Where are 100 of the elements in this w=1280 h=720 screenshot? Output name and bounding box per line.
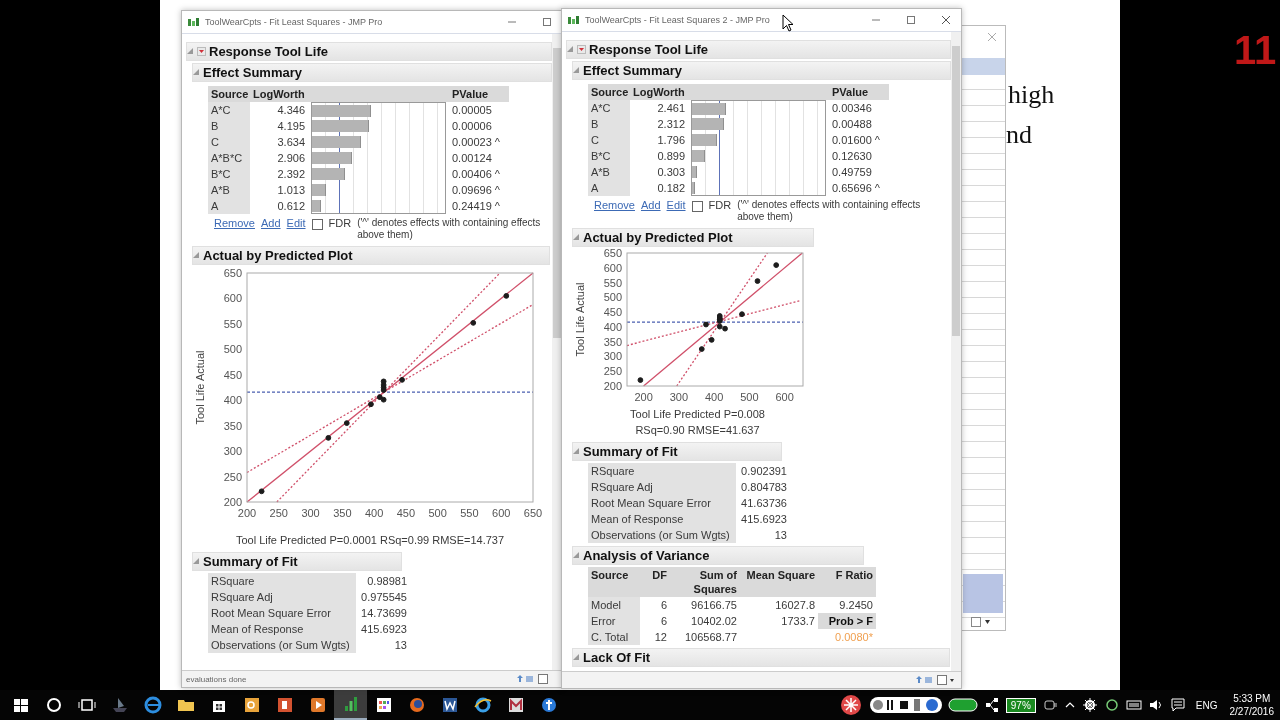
section-title: Summary of Fit <box>583 444 678 459</box>
table-cell: Observations (or Sum Wgts) <box>208 637 356 653</box>
table-cell-text: 0.01600 ^ <box>831 133 881 148</box>
axis-tick-label: 200 <box>223 496 242 508</box>
table-cell-text: 16027.8 <box>774 598 816 613</box>
axis-tick-label: 400 <box>223 394 242 407</box>
table-cell: Model <box>588 597 640 613</box>
axis-tick-label: 200 <box>237 507 257 519</box>
slide-text: high <box>1008 80 1055 110</box>
axis-tick-label: 550 <box>223 317 242 330</box>
axis-tick-label: 550 <box>603 276 622 289</box>
column-header: Sum of Squares <box>670 567 740 597</box>
table-cell: Mean of Response <box>588 511 736 527</box>
table-cell: A*B <box>588 164 630 180</box>
slide-text: nd <box>1006 120 1032 150</box>
table-cell-text: 0.00488 <box>831 117 873 132</box>
table-cell-text: 0.09696 ^ <box>451 183 501 198</box>
table-cell: RSquare Adj <box>588 479 736 495</box>
axis-title: Tool Life Actual <box>574 282 586 357</box>
table-cell: C <box>588 132 630 148</box>
table-cell-text: 0.899 <box>656 149 686 164</box>
table-cell: RSquare <box>588 463 736 479</box>
table-cell: B <box>208 118 250 134</box>
checkbox-label: FDR <box>708 199 732 211</box>
table-cell-text: 13 <box>773 528 788 543</box>
row-label: Prob > F <box>818 613 876 629</box>
axis-tick-label: 600 <box>775 391 794 403</box>
table-cell-text: 2.906 <box>276 151 306 166</box>
axis-tick-label: 450 <box>223 368 242 381</box>
column-header: F Ratio <box>818 567 876 597</box>
axis-tick-label: 250 <box>269 507 288 519</box>
plot-caption: RSq=0.90 RMSE=41.637 <box>634 423 761 438</box>
table-cell: Root Mean Square Error <box>208 605 356 621</box>
table-cell-text: 0.65696 ^ <box>831 181 881 196</box>
table-cell: Error <box>588 613 640 629</box>
axis-tick-label: 350 <box>603 335 622 348</box>
section-title: Effect Summary <box>203 65 302 80</box>
axis-tick-label: 400 <box>704 391 724 403</box>
axis-tick-label: 250 <box>223 470 242 483</box>
axis-tick-label: 450 <box>603 306 622 319</box>
table-cell-text: 106568.77 <box>684 630 738 645</box>
plot-caption: Tool Life Predicted P=0.008 <box>629 407 766 422</box>
axis-tick-label: 300 <box>301 507 320 519</box>
column-header: LogWorth <box>630 84 688 100</box>
column-header: Mean Square <box>740 567 818 597</box>
table-cell-text: 2.392 <box>276 167 306 182</box>
axis-tick-label: 200 <box>603 380 622 392</box>
table-cell-text: 0.49759 <box>831 165 873 180</box>
table-cell-text: 0.804783 <box>740 480 788 495</box>
plot-caption: Tool Life Predicted P=0.0001 RSq=0.99 RMSE=14.737 <box>234 533 506 548</box>
column-header: PValue <box>449 86 509 102</box>
axis-tick-label: 350 <box>223 419 242 432</box>
note-text: ('^' denotes effects with containing effects above them) <box>357 217 542 241</box>
column-header: Source <box>208 86 250 102</box>
axis-tick-label: 500 <box>740 391 759 403</box>
table-cell-text: 10402.02 <box>690 614 738 629</box>
axis-tick-label: 500 <box>223 343 242 356</box>
table-cell-text: 14.73699 <box>360 606 408 621</box>
note-text: ('^' denotes effects with containing effects above them) <box>737 199 922 223</box>
table-cell-text: 0.975545 <box>360 590 408 605</box>
axis-tick-label: 450 <box>396 507 416 519</box>
section-title: Lack Of Fit <box>583 650 651 665</box>
table-cell: RSquare <box>208 573 356 589</box>
axis-tick-label: 300 <box>223 445 242 458</box>
table-cell-text: 0.0080* <box>834 630 874 645</box>
table-cell-text: 1.796 <box>656 133 686 148</box>
table-cell-text: 0.00005 <box>451 103 493 118</box>
column-header: LogWorth <box>250 86 308 102</box>
section-title: Actual by Predicted Plot <box>583 230 733 245</box>
table-cell-text: 1733.7 <box>780 614 816 629</box>
table-cell-text: 6 <box>659 614 668 629</box>
table-cell: Mean of Response <box>208 621 356 637</box>
table-cell-text: 2.312 <box>656 117 686 132</box>
window-title: ToolWearCpts - Fit Least Squares 2 - JMP Pro <box>585 15 770 25</box>
table-cell-text: 0.00346 <box>831 101 873 116</box>
axis-tick-label: 650 <box>603 249 622 259</box>
table-cell-text: 415.6923 <box>740 512 788 527</box>
table-cell-text: 0.303 <box>656 165 686 180</box>
table-cell-text: 4.195 <box>276 119 306 134</box>
page-number: 11 <box>1234 28 1277 73</box>
table-cell-text: 4.346 <box>276 103 306 118</box>
table-cell-text: 0.00006 <box>451 119 493 134</box>
axis-tick-label: 300 <box>669 391 689 403</box>
table-cell-text: 0.612 <box>276 199 306 214</box>
table-cell-text: 0.12630 <box>831 149 873 164</box>
table-cell-text: 415.6923 <box>360 622 408 637</box>
column-header: PValue <box>829 84 889 100</box>
axis-tick-label: 650 <box>223 267 242 279</box>
table-cell: C <box>208 134 250 150</box>
axis-tick-label: 250 <box>603 365 622 378</box>
axis-tick-label: 600 <box>603 261 622 274</box>
column-header: Source <box>588 567 640 597</box>
column-header: DF <box>640 567 670 597</box>
axis-tick-label: 500 <box>603 291 622 304</box>
axis-title: Tool Life Actual <box>194 350 206 425</box>
table-cell: A <box>588 180 630 196</box>
axis-tick-label: 350 <box>333 507 352 519</box>
window-title: ToolWearCpts - Fit Least Squares - JMP Pro <box>205 17 383 27</box>
table-cell-text: 41.63736 <box>740 496 788 511</box>
section-title: Summary of Fit <box>203 554 298 569</box>
